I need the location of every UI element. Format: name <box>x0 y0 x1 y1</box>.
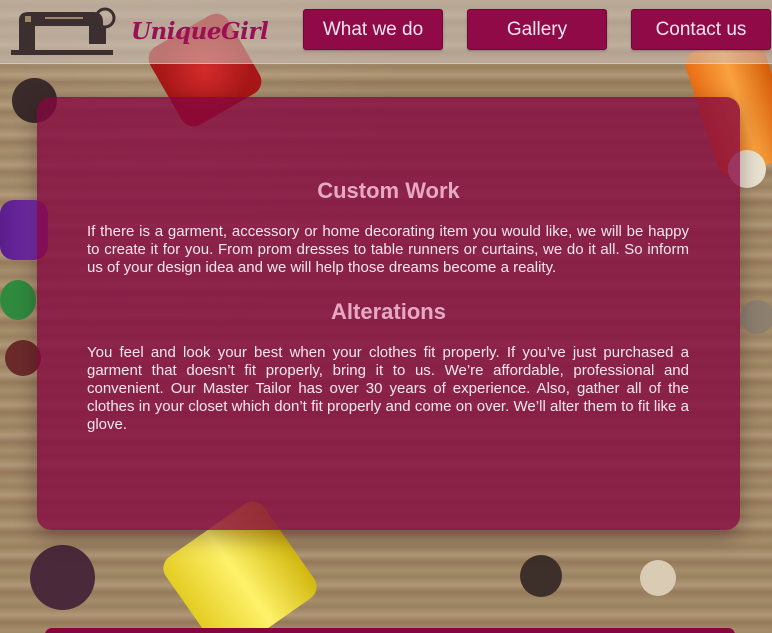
nav-button-gallery[interactable]: Gallery <box>467 9 607 50</box>
nav-button-label: Gallery <box>506 19 568 40</box>
top-navigation-bar: UniqueGirl What we do Gallery Contact us <box>0 0 772 64</box>
brand-name: UniqueGirl <box>131 18 269 45</box>
brand-logo[interactable]: UniqueGirl <box>5 4 269 58</box>
section-body-alterations: You feel and look your best when your cl… <box>87 344 689 433</box>
button-brown <box>5 340 41 376</box>
nav-button-contact-us[interactable]: Contact us <box>631 9 771 50</box>
button-cream <box>640 560 676 596</box>
section-heading-alterations: Alterations <box>331 299 446 324</box>
nav-button-what-we-do[interactable]: What we do <box>303 9 443 50</box>
sewing-machine-icon <box>11 7 116 55</box>
button-green <box>0 280 36 320</box>
section-body-custom-work: If there is a garment, accessory or home… <box>87 223 689 276</box>
nav-button-label: Contact us <box>655 19 747 40</box>
section-heading-custom-work: Custom Work <box>317 178 460 203</box>
button-brown-large <box>30 545 95 610</box>
button-dark-right <box>520 555 562 597</box>
nav-button-label: What we do <box>322 19 424 40</box>
next-panel-edge <box>45 628 735 633</box>
services-content-panel: Custom Work If there is a garment, acces… <box>37 97 740 530</box>
button-grey <box>740 300 772 334</box>
